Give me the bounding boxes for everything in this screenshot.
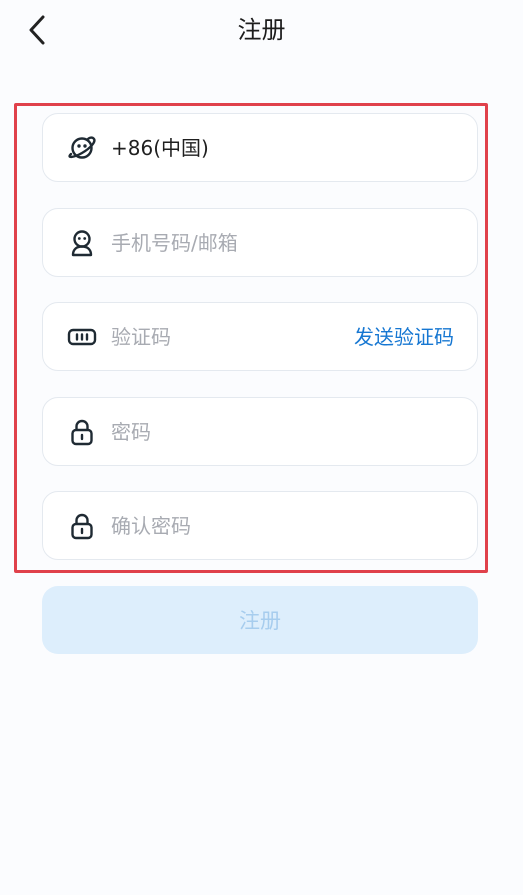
password-field[interactable]: [42, 397, 478, 466]
lock-icon: [67, 511, 97, 541]
code-field[interactable]: 发送验证码: [42, 302, 478, 371]
account-field[interactable]: [42, 208, 478, 277]
user-icon: [67, 228, 97, 258]
confirm-password-input[interactable]: [111, 513, 371, 538]
page-title: 注册: [237, 16, 286, 44]
header: 注册: [0, 0, 523, 62]
send-code-button[interactable]: 发送验证码: [354, 324, 454, 350]
country-code-value: +86(中国): [111, 135, 209, 160]
country-selector[interactable]: +86(中国): [42, 113, 478, 182]
planet-icon: [67, 133, 97, 163]
register-button[interactable]: 注册: [42, 586, 478, 654]
account-input[interactable]: [111, 230, 371, 255]
keyboard-icon: [67, 322, 97, 352]
confirm-password-field[interactable]: [42, 491, 478, 560]
password-input[interactable]: [111, 419, 371, 444]
code-input[interactable]: [111, 324, 311, 349]
lock-icon: [67, 417, 97, 447]
